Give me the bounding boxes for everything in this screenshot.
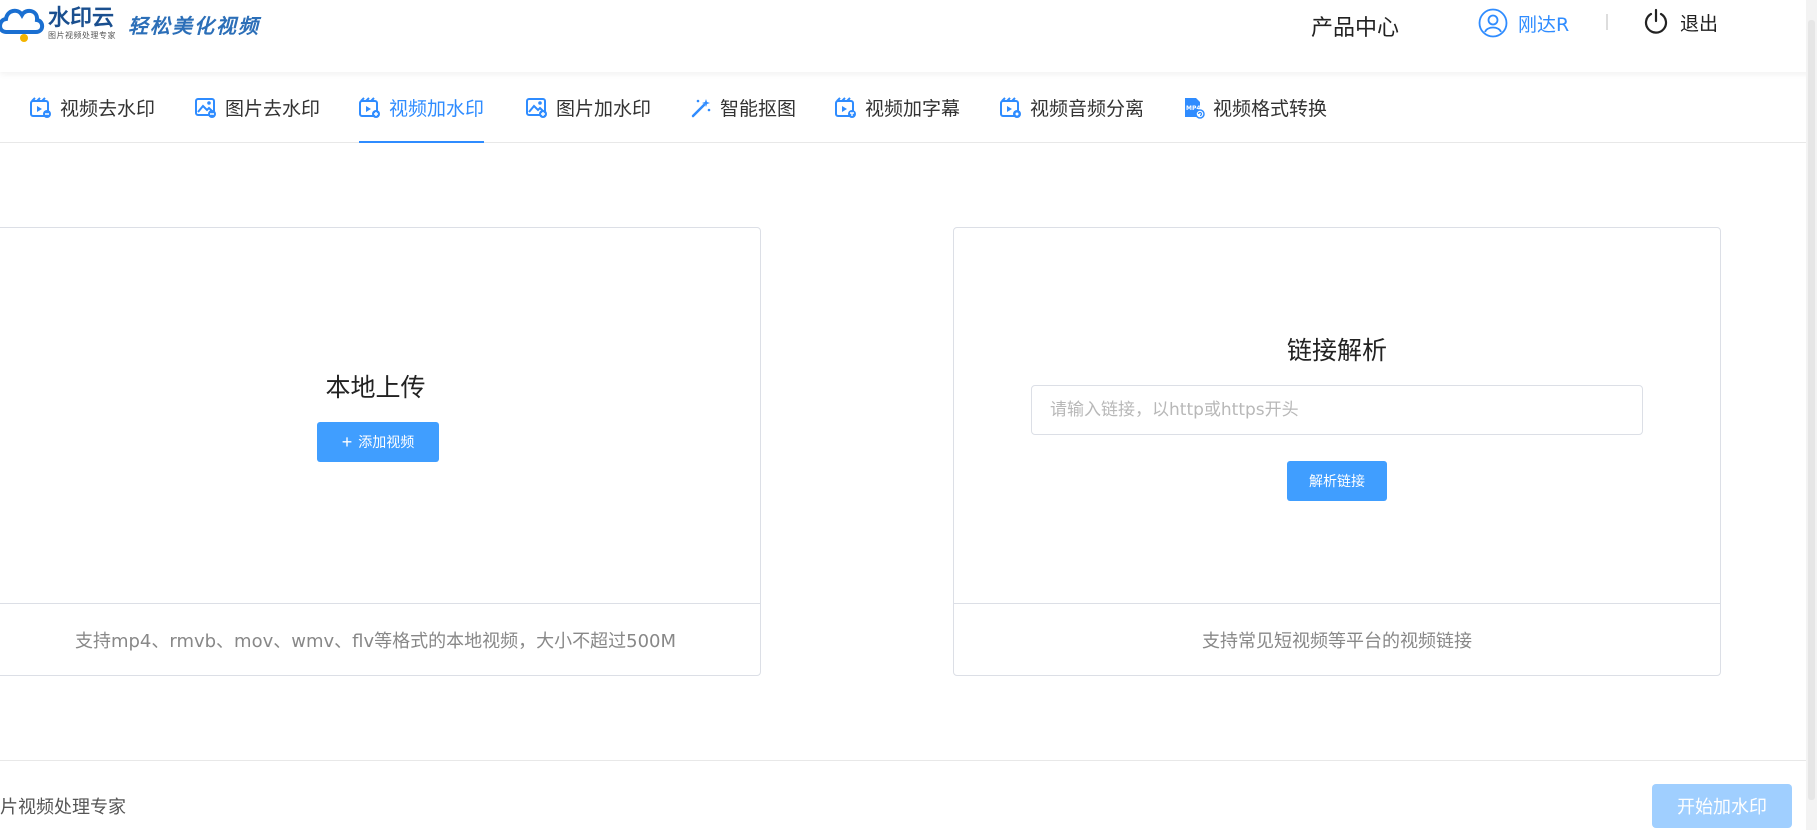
start-add-watermark-button[interactable]: 开始加水印: [1652, 784, 1792, 828]
local-upload-title: 本地上传: [325, 373, 426, 402]
tab-label: 视频音频分离: [1030, 98, 1145, 120]
tab-label: 视频加字幕: [865, 98, 961, 120]
video-remove-watermark-icon: [30, 96, 52, 119]
link-parse-card: 链接解析 解析链接 支持常见短视频等平台的视频链接: [953, 227, 1721, 676]
logout-button[interactable]: 退出: [1642, 8, 1718, 36]
page-scrollbar[interactable]: [1806, 0, 1817, 830]
tab-video-add-watermark[interactable]: 视频加水印: [359, 72, 485, 143]
tab-video-audio-split[interactable]: 视频音频分离: [1000, 72, 1144, 143]
tab-label: 视频格式转换: [1213, 98, 1328, 120]
logout-label: 退出: [1680, 12, 1719, 35]
logo[interactable]: 水印云 图片视频处理专家 轻松美化视频: [0, 2, 260, 46]
tab-image-remove-watermark[interactable]: 图片去水印: [195, 72, 320, 143]
bottom-bar: 片视频处理专家 开始加水印: [0, 760, 1806, 830]
video-subtitle-icon: [835, 96, 857, 119]
tab-label: 图片去水印: [225, 98, 321, 120]
tool-tabs: 视频去水印 图片去水印 视频加水印 图片加水印 智能抠图 视频加字幕 视频音频分…: [0, 72, 1806, 143]
brand: 水印云 图片视频处理专家: [48, 7, 116, 41]
mp4-convert-icon: MP4: [1183, 97, 1205, 119]
local-upload-card: 本地上传 + 添加视频 支持mp4、rmvb、mov、wmv、flv等格式的本地…: [0, 227, 761, 676]
slogan: 轻松美化视频: [128, 13, 260, 38]
brand-name: 水印云: [48, 6, 115, 31]
header-divider: [1606, 14, 1608, 30]
link-parse-hint: 支持常见短视频等平台的视频链接: [1202, 631, 1472, 652]
add-video-button[interactable]: + 添加视频: [317, 422, 439, 462]
video-audio-split-icon: [1000, 96, 1022, 119]
tab-label: 图片加水印: [556, 98, 652, 120]
tab-video-remove-watermark[interactable]: 视频去水印: [30, 72, 155, 143]
video-add-watermark-icon: [359, 96, 381, 119]
link-input[interactable]: [1031, 385, 1643, 435]
top-header: 水印云 图片视频处理专家 轻松美化视频 产品中心 刚达R 退出: [0, 0, 1817, 72]
tab-label: 视频去水印: [60, 98, 156, 120]
brand-subtitle: 图片视频处理专家: [48, 31, 116, 40]
cloud-logo-icon: [0, 2, 46, 46]
username: 刚达R: [1518, 13, 1570, 36]
power-icon: [1644, 8, 1668, 34]
user-profile[interactable]: 刚达R: [1478, 8, 1569, 38]
local-upload-hint: 支持mp4、rmvb、mov、wmv、flv等格式的本地视频，大小不超过500M: [74, 631, 677, 652]
magic-wand-icon: [690, 97, 712, 119]
plus-icon: +: [341, 432, 353, 452]
tab-label: 视频加水印: [389, 98, 485, 120]
image-remove-watermark-icon: [195, 97, 217, 119]
tab-image-add-watermark[interactable]: 图片加水印: [526, 72, 651, 143]
bottom-tagline: 片视频处理专家: [0, 797, 126, 818]
scrollbar-thumb[interactable]: [1808, 20, 1815, 800]
add-video-label: 添加视频: [358, 434, 415, 450]
tab-video-format-convert[interactable]: MP4 视频格式转换: [1183, 72, 1327, 143]
product-center-link[interactable]: 产品中心: [1311, 10, 1399, 42]
parse-link-button[interactable]: 解析链接: [1287, 461, 1387, 501]
tab-label: 智能抠图: [720, 98, 797, 120]
image-add-watermark-icon: [526, 97, 548, 119]
link-parse-title: 链接解析: [1286, 336, 1387, 365]
tab-video-subtitle[interactable]: 视频加字幕: [835, 72, 960, 143]
tab-smart-cutout[interactable]: 智能抠图: [690, 72, 796, 143]
user-icon: [1478, 8, 1508, 38]
